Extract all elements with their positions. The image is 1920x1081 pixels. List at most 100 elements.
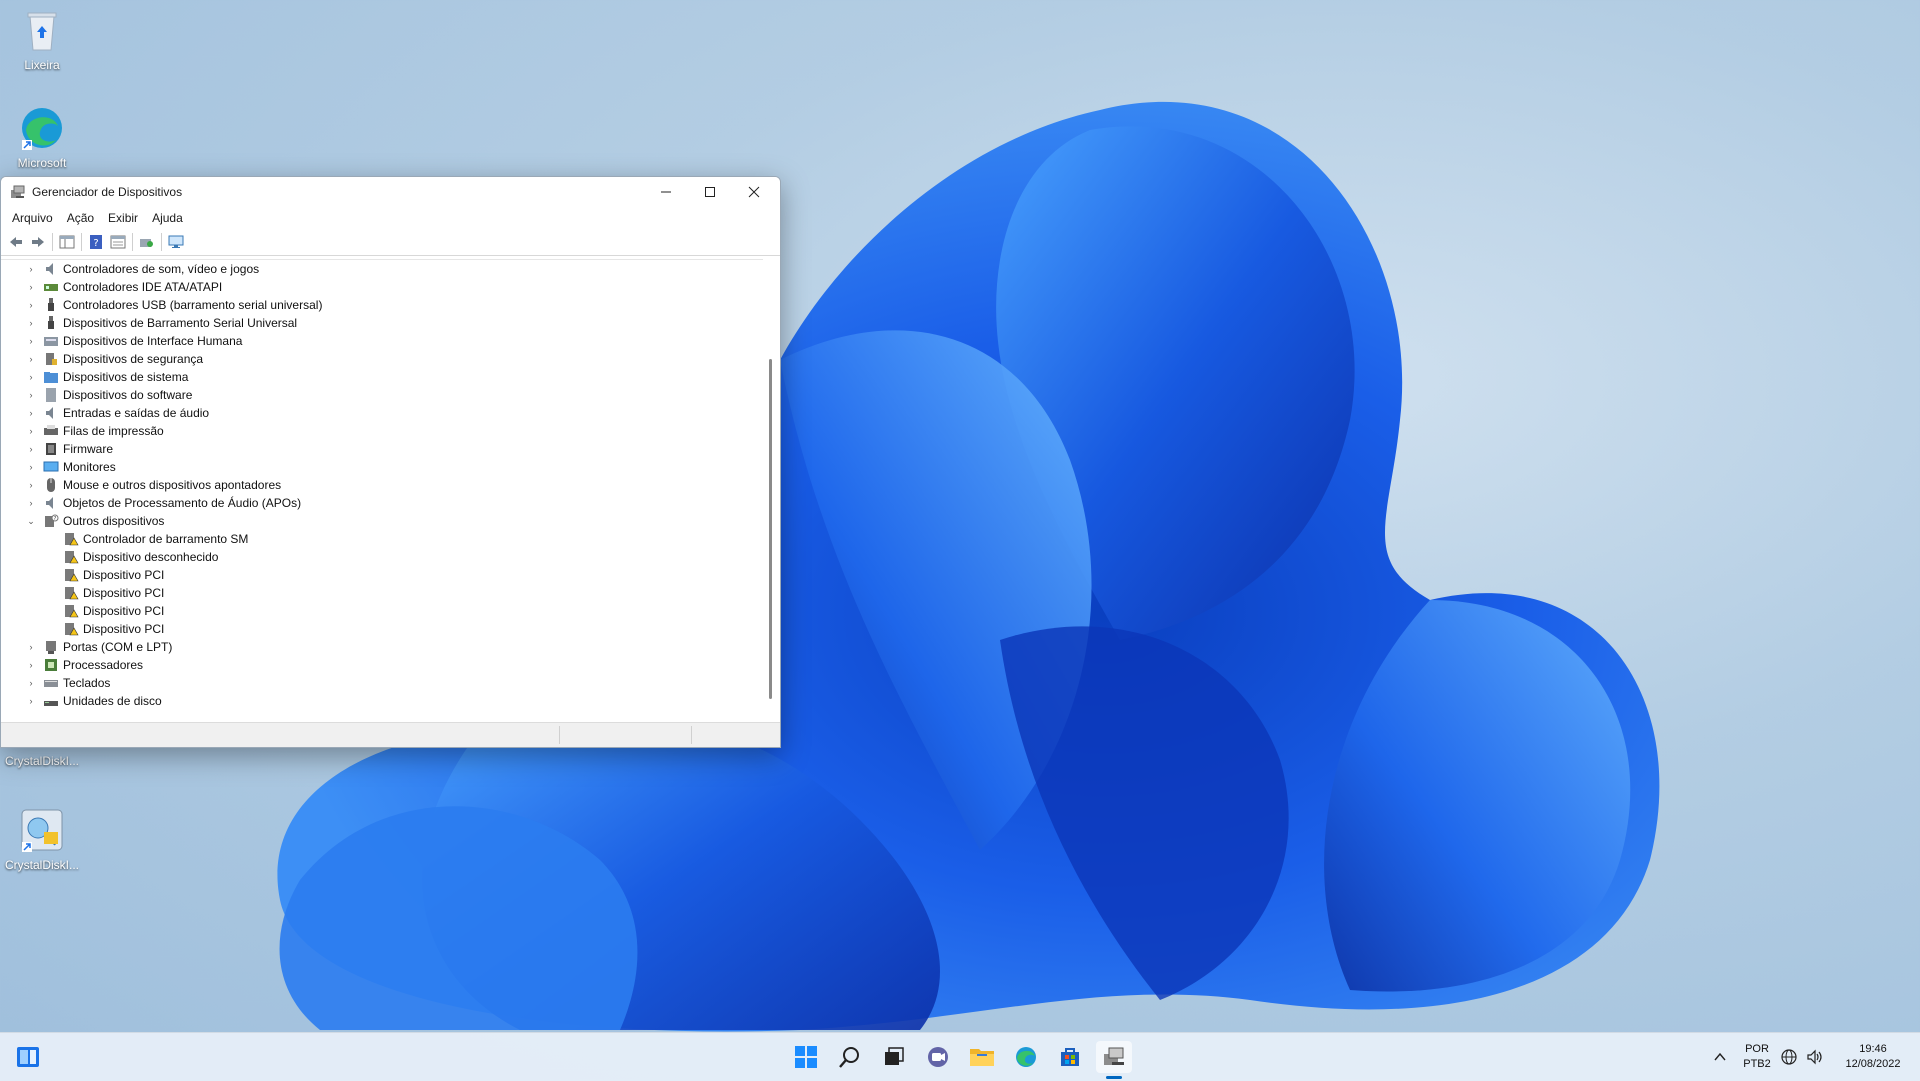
forward-button[interactable] xyxy=(27,232,49,252)
chevron-right-icon[interactable]: › xyxy=(25,641,37,653)
device-manager-app-icon xyxy=(10,184,26,200)
show-hide-console-tree-button[interactable] xyxy=(56,232,78,252)
chevron-right-icon[interactable]: › xyxy=(25,389,37,401)
properties-icon xyxy=(110,235,126,249)
input-language-indicator[interactable]: POR PTB2 xyxy=(1740,1042,1774,1072)
chevron-down-icon[interactable]: ⌄ xyxy=(25,515,37,527)
tree-item-label: Controladores de som, vídeo e jogos xyxy=(63,262,260,276)
search-button[interactable] xyxy=(834,1041,866,1073)
tree-item[interactable]: › Processadores xyxy=(1,656,763,674)
chevron-right-icon[interactable]: › xyxy=(25,695,37,707)
file-explorer-button[interactable] xyxy=(966,1041,998,1073)
show-hidden-icons-button[interactable] xyxy=(1704,1041,1736,1073)
tree-item[interactable]: › Controladores USB (barramento serial un… xyxy=(1,296,763,314)
menu-acao[interactable]: Ação xyxy=(60,208,101,228)
device-tree[interactable]: › Controladores de som, vídeo e jogos › Co… xyxy=(1,259,763,720)
printer-icon xyxy=(43,423,59,439)
properties-button[interactable] xyxy=(107,232,129,252)
chevron-right-icon[interactable]: › xyxy=(25,677,37,689)
start-button[interactable] xyxy=(790,1041,822,1073)
tree-item[interactable]: › Dispositivos de sistema xyxy=(1,368,763,386)
chevron-right-icon[interactable]: › xyxy=(25,479,37,491)
warning-device-icon xyxy=(63,603,79,619)
close-button[interactable] xyxy=(732,177,776,207)
widgets-button[interactable] xyxy=(12,1041,44,1073)
tree-item-label: Dispositivos do software xyxy=(63,388,193,402)
desktop-icon-recycle-bin[interactable]: Lixeira xyxy=(0,6,84,72)
teams-chat-button[interactable] xyxy=(922,1041,954,1073)
menu-arquivo[interactable]: Arquivo xyxy=(5,208,60,228)
chevron-right-icon[interactable]: › xyxy=(25,317,37,329)
tree-child-item[interactable]: Dispositivo PCI xyxy=(1,602,763,620)
tree-item[interactable]: › Objetos de Processamento de Áudio (APOs… xyxy=(1,494,763,512)
desktop-icon-microsoft-edge[interactable]: Microsoft xyxy=(0,104,84,170)
tree-item-label: Teclados xyxy=(63,676,111,690)
help-button[interactable]: ? xyxy=(85,232,107,252)
network-button[interactable] xyxy=(1776,1041,1802,1073)
scrollbar-thumb[interactable] xyxy=(769,359,772,699)
menu-exibir[interactable]: Exibir xyxy=(101,208,145,228)
vertical-scrollbar[interactable] xyxy=(765,259,779,719)
maximize-button[interactable] xyxy=(688,177,732,207)
chevron-up-icon xyxy=(1714,1052,1726,1061)
tree-item[interactable]: › Dispositivos de Interface Humana xyxy=(1,332,763,350)
tree-item-expanded[interactable]: ⌄? Outros dispositivos xyxy=(1,512,763,530)
tree-child-item[interactable]: Dispositivo PCI xyxy=(1,584,763,602)
desktop-icon-crystaldiskmark[interactable]: CrystalDiskI... xyxy=(0,806,84,872)
edge-taskbar-button[interactable] xyxy=(1010,1041,1042,1073)
tree-item[interactable]: › Unidades de disco xyxy=(1,692,763,710)
chevron-right-icon[interactable]: › xyxy=(25,371,37,383)
chevron-right-icon[interactable]: › xyxy=(25,407,37,419)
tree-item[interactable]: › Dispositivos de segurança xyxy=(1,350,763,368)
chevron-right-icon[interactable]: › xyxy=(25,497,37,509)
tree-item[interactable]: › Entradas e saídas de áudio xyxy=(1,404,763,422)
tree-item[interactable]: › Mouse e outros dispositivos apontadores xyxy=(1,476,763,494)
tree-item[interactable]: › Controladores de som, vídeo e jogos xyxy=(1,260,763,278)
volume-button[interactable] xyxy=(1802,1041,1828,1073)
clock[interactable]: 19:46 12/08/2022 xyxy=(1836,1042,1910,1072)
tree-item[interactable]: › Teclados xyxy=(1,674,763,692)
folder-icon xyxy=(970,1049,994,1066)
unknown-device-icon: ? xyxy=(43,513,59,529)
speaker-icon xyxy=(43,405,59,421)
tree-item[interactable]: › Controladores IDE ATA/ATAPI xyxy=(1,278,763,296)
tree-child-item[interactable]: Dispositivo PCI xyxy=(1,566,763,584)
tree-child-item[interactable]: Controlador de barramento SM xyxy=(1,530,763,548)
tree-item[interactable]: › Firmware xyxy=(1,440,763,458)
scan-hardware-button[interactable] xyxy=(136,232,158,252)
chevron-right-icon[interactable]: › xyxy=(25,443,37,455)
task-view-button[interactable] xyxy=(878,1041,910,1073)
warning-device-icon xyxy=(63,567,79,583)
device-manager-window[interactable]: Gerenciador de Dispositivos Arquivo Ação… xyxy=(0,176,781,748)
chevron-right-icon[interactable]: › xyxy=(25,299,37,311)
chevron-right-icon[interactable]: › xyxy=(25,281,37,293)
tree-child-item[interactable]: Dispositivo PCI xyxy=(1,620,763,638)
minimize-button[interactable] xyxy=(644,177,688,207)
port-icon xyxy=(43,639,59,655)
tree-item-label: Entradas e saídas de áudio xyxy=(63,406,210,420)
tree-item-label: Outros dispositivos xyxy=(63,514,165,528)
monitor-button[interactable] xyxy=(165,232,187,252)
chevron-right-icon[interactable]: › xyxy=(25,335,37,347)
tree-item[interactable]: › Dispositivos de Barramento Serial Unive… xyxy=(1,314,763,332)
edge-icon xyxy=(18,104,66,152)
back-button[interactable] xyxy=(5,232,27,252)
tree-item-label: Unidades de disco xyxy=(63,694,162,708)
title-bar[interactable]: Gerenciador de Dispositivos xyxy=(1,177,780,207)
tree-item[interactable]: › Monitores xyxy=(1,458,763,476)
chevron-right-icon[interactable]: › xyxy=(25,263,37,275)
menu-ajuda[interactable]: Ajuda xyxy=(145,208,190,228)
svg-text:?: ? xyxy=(54,516,57,522)
tree-child-item[interactable]: Dispositivo desconhecido xyxy=(1,548,763,566)
tree-item[interactable]: › Dispositivos do software xyxy=(1,386,763,404)
tree-item[interactable]: › Filas de impressão xyxy=(1,422,763,440)
desktop-icon-label: Microsoft xyxy=(17,156,67,170)
microsoft-store-button[interactable] xyxy=(1054,1041,1086,1073)
chevron-right-icon[interactable]: › xyxy=(25,461,37,473)
chevron-right-icon[interactable]: › xyxy=(25,659,37,671)
chevron-right-icon[interactable]: › xyxy=(25,353,37,365)
chevron-right-icon[interactable]: › xyxy=(25,425,37,437)
tree-item[interactable]: › Portas (COM e LPT) xyxy=(1,638,763,656)
tree-item-label: Controladores USB (barramento serial uni… xyxy=(63,298,323,312)
device-manager-taskbar-button[interactable] xyxy=(1096,1041,1132,1073)
